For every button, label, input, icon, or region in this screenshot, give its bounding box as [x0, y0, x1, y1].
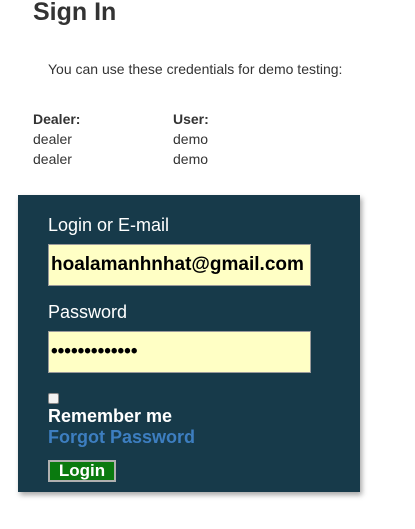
demo-credentials-intro: You can use these credentials for demo t… [48, 61, 343, 77]
login-button[interactable]: Login [48, 460, 116, 482]
dealer-column: Dealer: dealer dealer [33, 109, 80, 169]
dealer-login-value: dealer [33, 131, 72, 147]
forgot-password-link[interactable]: Forgot Password [48, 426, 195, 448]
remember-me-checkbox[interactable] [48, 393, 59, 404]
user-header: User: [173, 111, 209, 127]
remember-me-label[interactable]: Remember me [48, 405, 172, 427]
dealer-header: Dealer: [33, 111, 81, 127]
login-field-label: Login or E-mail [48, 215, 170, 235]
sign-in-page: Sign In You can use these credentials fo… [0, 0, 415, 529]
login-form-panel: Login or E-mail Password Remember me For… [18, 195, 360, 492]
password-field-label: Password [48, 302, 128, 322]
login-email-input[interactable] [48, 244, 311, 286]
password-input[interactable] [48, 331, 311, 373]
page-title: Sign In [33, 0, 117, 26]
user-column: User: demo demo [173, 109, 209, 169]
dealer-password-value: dealer [33, 151, 72, 167]
user-login-value: demo [173, 131, 209, 147]
user-password-value: demo [173, 151, 209, 167]
